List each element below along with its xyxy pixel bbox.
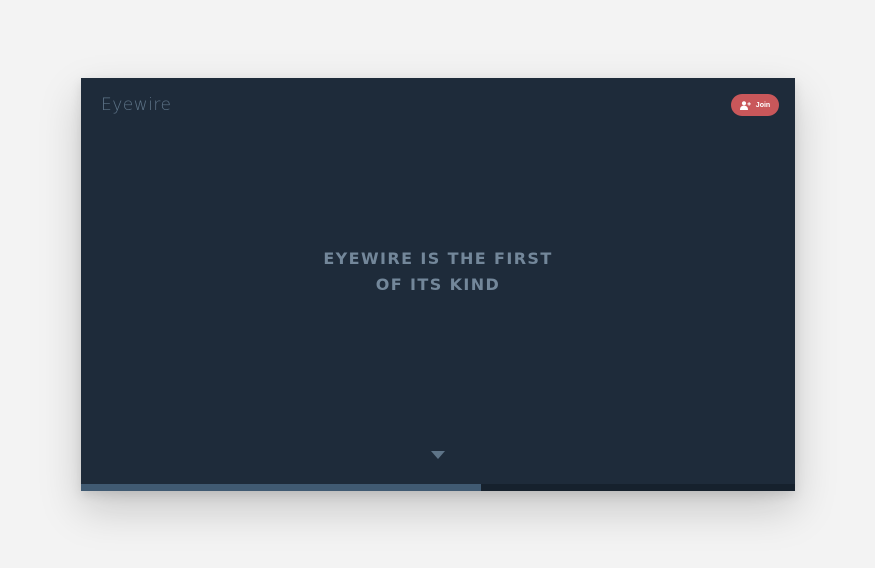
chevron-down-icon[interactable] — [431, 451, 445, 459]
progress-bar — [81, 484, 795, 491]
app-window: Eyewire Join EYEWIRE IS THE FIRST OF ITS… — [81, 78, 795, 491]
join-button[interactable]: Join — [731, 94, 779, 116]
hero-heading: EYEWIRE IS THE FIRST OF ITS KIND — [81, 246, 795, 298]
eyewire-logo[interactable]: Eyewire — [101, 94, 171, 116]
hero-heading-line-1: EYEWIRE IS THE FIRST — [323, 249, 553, 268]
add-user-icon — [739, 100, 751, 110]
join-button-label: Join — [755, 101, 771, 109]
progress-bar-fill — [81, 484, 481, 491]
hero-heading-line-2: OF ITS KIND — [375, 275, 501, 294]
